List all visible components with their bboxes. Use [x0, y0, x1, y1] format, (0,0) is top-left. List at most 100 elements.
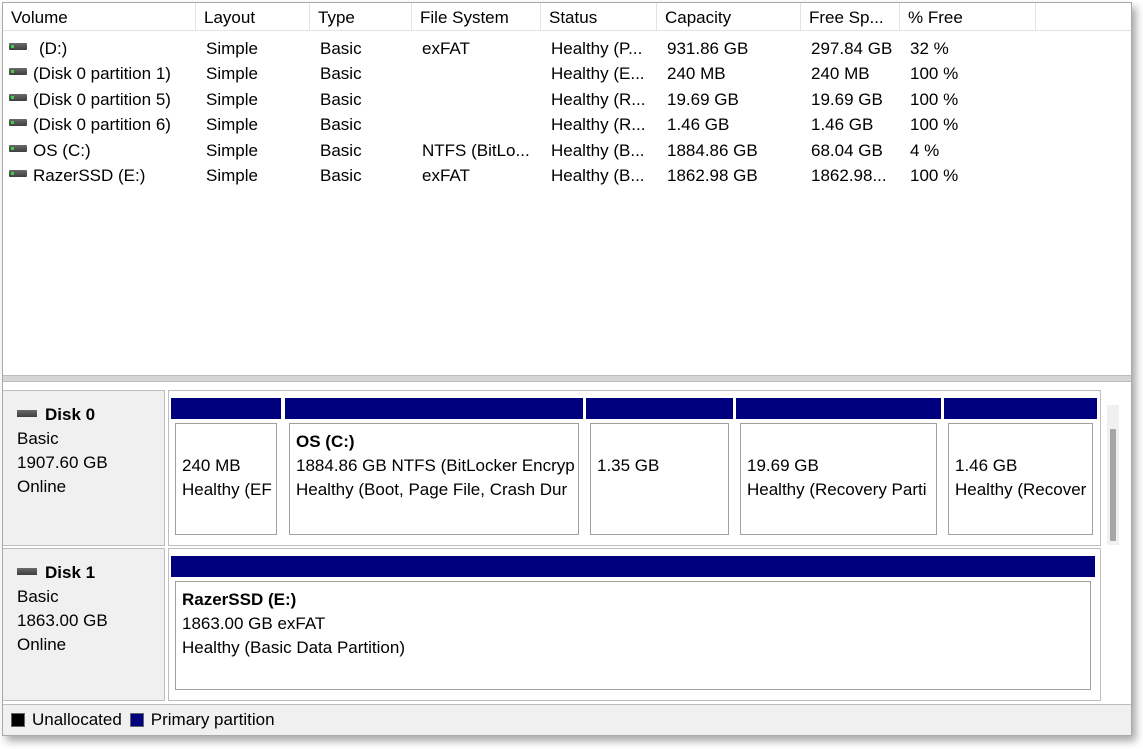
volume-file-system — [422, 111, 537, 136]
volume-name: OS (C:) — [33, 141, 91, 160]
volume-type: Basic — [320, 141, 362, 160]
volume-status: Healthy (B... — [551, 166, 645, 185]
primary-partition-bar — [171, 556, 1095, 577]
disk-graphical-view: Disk 0 Basic 1907.60 GB Online 240 MB He… — [3, 382, 1131, 704]
partition-size: 1.46 GB — [955, 456, 1018, 475]
volume-layout: Simple — [206, 90, 258, 109]
partition-status: Healthy (Recovery Parti — [747, 480, 927, 499]
column-header-file-system[interactable]: File System — [412, 3, 541, 30]
volume-percent-free: 100 % — [910, 166, 959, 185]
disk-size: 1863.00 GB — [17, 611, 108, 630]
volume-status: Healthy (B... — [551, 141, 645, 160]
partition-size: 240 MB — [182, 456, 241, 475]
volume-percent-free: 32 % — [910, 39, 949, 58]
disk-view-scrollbar[interactable] — [1107, 405, 1119, 545]
drive-icon — [9, 170, 27, 177]
volume-percent-free: 100 % — [910, 115, 959, 134]
drive-icon — [9, 119, 27, 126]
partition-name: OS (C:) — [296, 432, 355, 451]
volume-type: Basic — [320, 90, 362, 109]
disk-1-info[interactable]: Disk 1 Basic 1863.00 GB Online — [3, 548, 165, 701]
legend-primary: Primary partition — [129, 710, 275, 730]
primary-partition-bar — [586, 398, 733, 419]
disk-size: 1907.60 GB — [17, 453, 108, 472]
volume-row[interactable]: RazerSSD (E:) Simple Basic exFAT Healthy… — [3, 162, 1131, 187]
column-header-layout[interactable]: Layout — [196, 3, 310, 30]
disk-name: Disk 1 — [45, 563, 96, 582]
drive-icon — [9, 94, 27, 101]
volume-row[interactable]: OS (C:) Simple Basic NTFS (BitLo... Heal… — [3, 137, 1131, 162]
column-header-capacity[interactable]: Capacity — [657, 3, 801, 30]
volume-layout: Simple — [206, 39, 258, 58]
legend-primary-label: Primary partition — [150, 710, 275, 729]
legend-unallocated: Unallocated — [11, 710, 122, 730]
volume-status: Healthy (P... — [551, 39, 643, 58]
volume-row[interactable]: (Disk 0 partition 1) Simple Basic Health… — [3, 60, 1131, 85]
volume-row[interactable]: (D:) Simple Basic exFAT Healthy (P... 93… — [3, 35, 1131, 60]
volume-file-system: NTFS (BitLo... — [422, 141, 530, 160]
partition-recovery-6[interactable]: 1.46 GB Healthy (Recover — [944, 398, 1097, 543]
primary-partition-bar — [944, 398, 1097, 419]
partition-size: 1884.86 GB NTFS (BitLocker Encryp — [296, 456, 575, 475]
primary-partition-bar — [171, 398, 281, 419]
volume-type: Basic — [320, 166, 362, 185]
column-header-type[interactable]: Type — [310, 3, 412, 30]
partition-size: 1.35 GB — [597, 456, 660, 475]
disk-0-info[interactable]: Disk 0 Basic 1907.60 GB Online — [3, 390, 165, 546]
partition-os-c[interactable]: OS (C:) 1884.86 GB NTFS (BitLocker Encry… — [285, 398, 583, 543]
volume-layout: Simple — [206, 141, 258, 160]
disk-state: Online — [17, 635, 67, 654]
column-header-volume[interactable]: Volume — [3, 3, 196, 30]
volume-free-space: 19.69 GB — [811, 90, 883, 109]
volume-capacity: 1862.98 GB — [667, 166, 758, 185]
drive-icon — [9, 43, 27, 50]
partition-recovery-5[interactable]: 19.69 GB Healthy (Recovery Parti — [736, 398, 941, 543]
unallocated-swatch — [11, 713, 25, 727]
partition-size: 1863.00 GB exFAT — [182, 614, 326, 633]
partition-unnamed-1-35[interactable]: 1.35 GB — [586, 398, 733, 543]
volume-layout: Simple — [206, 64, 258, 83]
partition-status: Healthy (Boot, Page File, Crash Dur — [296, 480, 568, 499]
disk-management-window: Volume Layout Type File System Status Ca… — [2, 2, 1132, 736]
volume-row[interactable]: (Disk 0 partition 6) Simple Basic Health… — [3, 111, 1131, 136]
column-header-status[interactable]: Status — [541, 3, 657, 30]
drive-icon — [9, 68, 27, 75]
partition-name: RazerSSD (E:) — [182, 590, 297, 609]
volume-status: Healthy (R... — [551, 90, 646, 109]
volume-file-system: exFAT — [422, 39, 470, 58]
volume-free-space: 68.04 GB — [811, 141, 883, 160]
volume-percent-free: 100 % — [910, 64, 959, 83]
volume-name: (Disk 0 partition 6) — [33, 115, 171, 134]
volume-file-system: exFAT — [422, 166, 470, 185]
volume-name: (D:) — [39, 39, 68, 58]
partition-efi[interactable]: 240 MB Healthy (EF — [171, 398, 281, 543]
volume-layout: Simple — [206, 115, 258, 134]
scrollbar-thumb[interactable] — [1110, 429, 1116, 541]
volume-layout: Simple — [206, 166, 258, 185]
legend-bar: Unallocated Primary partition — [3, 704, 1131, 735]
disk-kind: Basic — [17, 429, 59, 448]
pane-splitter[interactable] — [3, 375, 1131, 382]
volume-status: Healthy (R... — [551, 115, 646, 134]
partition-status — [597, 478, 728, 502]
disk-state: Online — [17, 477, 67, 496]
disk-name: Disk 0 — [45, 405, 96, 424]
primary-partition-bar — [736, 398, 941, 419]
volume-capacity: 240 MB — [667, 64, 726, 83]
volume-name: (Disk 0 partition 5) — [33, 90, 171, 109]
volume-name: RazerSSD (E:) — [33, 166, 146, 185]
volume-file-system — [422, 86, 537, 111]
volume-capacity: 19.69 GB — [667, 90, 739, 109]
column-header-free-space[interactable]: Free Sp... — [801, 3, 900, 30]
volume-free-space: 1.46 GB — [811, 115, 874, 134]
column-header-percent-free[interactable]: % Free — [900, 3, 1036, 30]
volume-percent-free: 4 % — [910, 141, 940, 160]
legend-unallocated-label: Unallocated — [32, 710, 122, 729]
volume-type: Basic — [320, 39, 362, 58]
volume-row[interactable]: (Disk 0 partition 5) Simple Basic Health… — [3, 86, 1131, 111]
partition-status: Healthy (Basic Data Partition) — [182, 638, 405, 657]
volume-free-space: 240 MB — [811, 64, 870, 83]
volume-list[interactable]: Volume Layout Type File System Status Ca… — [3, 3, 1131, 375]
volume-file-system — [422, 60, 537, 85]
partition-razerssd-e[interactable]: RazerSSD (E:) 1863.00 GB exFAT Healthy (… — [171, 556, 1095, 698]
